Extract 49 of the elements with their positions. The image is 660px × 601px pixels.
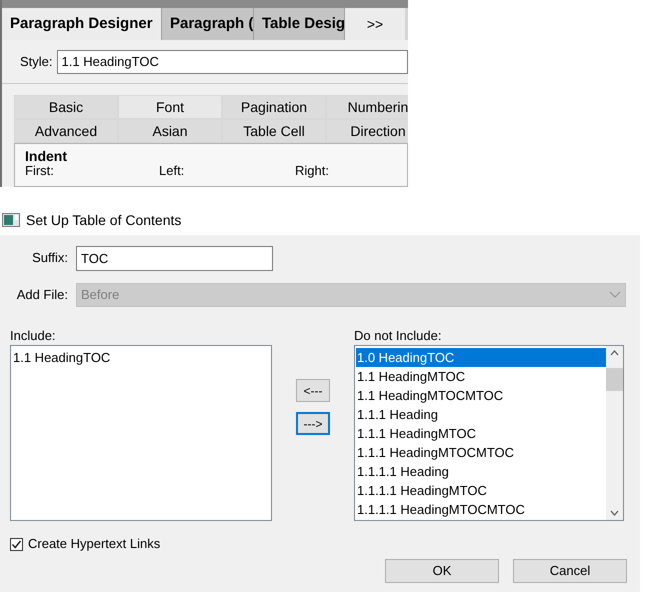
dialog-button[interactable]: OK (385, 559, 499, 583)
list-item[interactable]: 1.1.1 HeadingMTOC (356, 424, 606, 443)
list-item[interactable]: 1.1.1.1 HeadingMTOCMTOC (356, 500, 606, 519)
property-tab[interactable]: Table Cell (222, 119, 326, 143)
scroll-thumb[interactable] (606, 368, 623, 391)
property-tab[interactable]: Pagination (222, 95, 326, 119)
dialog-button[interactable]: Cancel (513, 559, 627, 583)
list-item[interactable]: 1.1 HeadingMTOC (356, 367, 606, 386)
suffix-field[interactable]: TOC (76, 246, 273, 270)
list-box[interactable]: 1.0 HeadingTOC 1.1 HeadingMTOC 1.1 HeadingMTOCMTOC 1.1.1 Heading 1.1.1 HeadingMTOC 1.1.1 HeadingMTOCMTOC 1.1.1.1 Heading 1.1.1.1 HeadingMTOC 1.1.1.1 HeadingMTOCMTOC (354, 345, 624, 521)
list-item[interactable]: 1.1.1.1 Heading (356, 462, 606, 481)
list-label: Include: (10, 327, 57, 343)
scroll-down-icon[interactable] (610, 510, 619, 516)
add-file-label: Add File: (16, 286, 68, 304)
field-label: First: (25, 164, 55, 178)
checkbox[interactable] (10, 538, 23, 550)
property-tab[interactable]: Advanced (14, 119, 118, 143)
window-title: Set Up Table of Contents (26, 210, 182, 230)
list-item[interactable]: 1.0 HeadingTOC (356, 348, 606, 367)
style-label: Style: (20, 52, 53, 71)
field-label: Left: (159, 164, 186, 178)
list-box[interactable]: 1.1 HeadingTOC (10, 345, 272, 521)
property-tab[interactable]: Font (118, 95, 222, 119)
chevron-down-icon (609, 291, 621, 298)
more-tabs-button[interactable]: >> (345, 8, 405, 40)
list-item[interactable]: 1.1.1 Heading (356, 405, 606, 424)
panel-tab[interactable]: Paragraph Designer (2, 8, 162, 40)
property-tab[interactable]: Direction (326, 119, 408, 143)
section-title: Indent (25, 148, 68, 164)
style-field[interactable]: 1.1 HeadingTOC (56, 50, 408, 74)
property-tab[interactable]: Asian (118, 119, 222, 143)
scrollbar[interactable] (606, 346, 623, 520)
move-button[interactable]: <--- (296, 379, 330, 402)
checkmark-icon (11, 538, 22, 550)
list-item[interactable]: 1.1 HeadingTOC (12, 348, 271, 367)
panel-tab[interactable]: Paragraph ( (162, 8, 254, 40)
property-tab[interactable]: Numberin (326, 95, 408, 119)
list-label: Do not Include: (354, 327, 442, 343)
move-button[interactable]: ---> (296, 412, 330, 435)
property-tab[interactable]: Basic (14, 95, 118, 119)
list-item[interactable]: 1.1.1.1 HeadingMTOC (356, 481, 606, 500)
checkbox-label: Create Hypertext Links (28, 535, 160, 554)
field-label: Right: (295, 164, 330, 178)
panel-tab[interactable]: Table Desig (254, 8, 345, 40)
window-icon (2, 213, 20, 227)
list-item[interactable]: 1.1 HeadingMTOCMTOC (356, 386, 606, 405)
suffix-label: Suffix: (31, 249, 68, 268)
scroll-up-icon[interactable] (610, 350, 619, 356)
list-item[interactable]: 1.1.1 HeadingMTOCMTOC (356, 443, 606, 462)
